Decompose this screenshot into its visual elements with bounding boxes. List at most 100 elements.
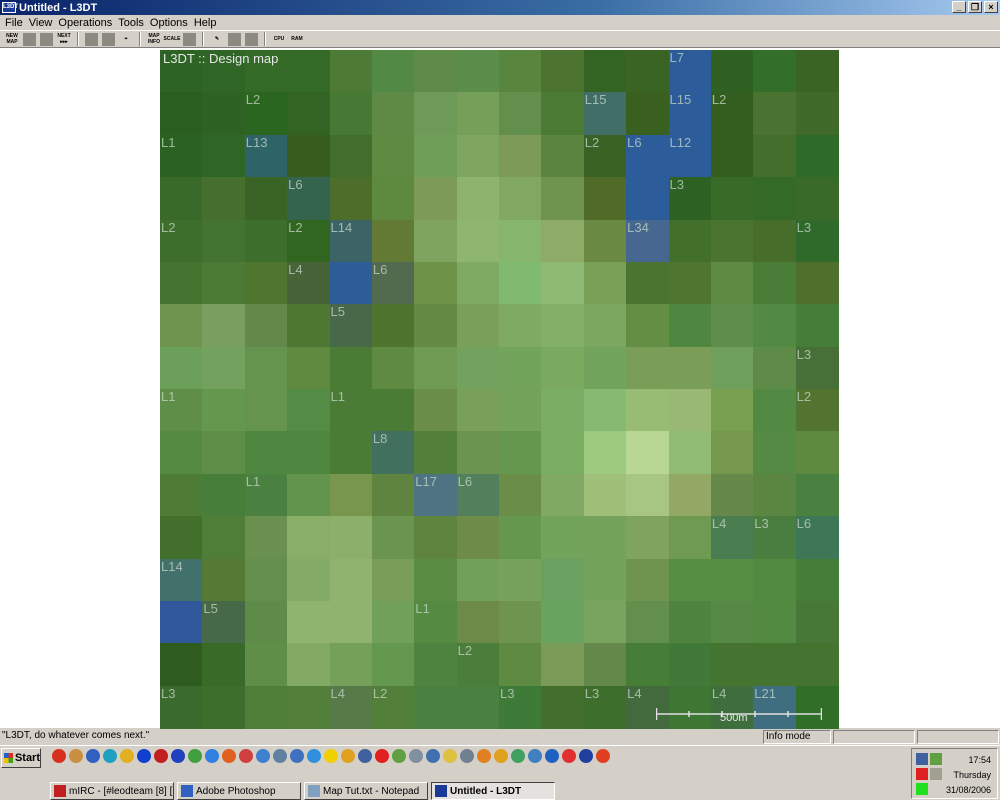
map-cell-r7-c9[interactable] <box>541 346 585 390</box>
map-cell-r15-c1[interactable] <box>202 685 246 729</box>
map-cell-r4-c4[interactable]: L14 <box>329 219 373 263</box>
map-cell-r14-c3[interactable] <box>287 643 331 687</box>
map-cell-r13-c13[interactable] <box>710 600 754 644</box>
disabled-grid-icon[interactable] <box>245 32 258 46</box>
quick-launch-app-icon[interactable] <box>256 749 270 763</box>
map-cell-r1-c6[interactable] <box>414 92 458 136</box>
map-cell-r4-c15[interactable]: L3 <box>795 219 839 263</box>
map-cell-r10-c2[interactable]: L1 <box>244 473 288 517</box>
map-cell-r3-c10[interactable] <box>583 177 627 221</box>
taskbar-button[interactable]: Adobe Photoshop <box>177 782 301 800</box>
map-cell-r5-c7[interactable] <box>456 261 500 305</box>
map-cell-r6-c6[interactable] <box>414 304 458 348</box>
map-cell-r8-c12[interactable] <box>668 389 712 432</box>
quick-launch-app-icon[interactable] <box>205 749 219 763</box>
map-cell-r5-c15[interactable] <box>795 261 839 305</box>
map-cell-r9-c2[interactable] <box>244 431 288 475</box>
quick-launch-app-icon[interactable] <box>52 749 66 763</box>
map-cell-r5-c5[interactable]: L6 <box>371 261 415 305</box>
quick-launch-app-icon[interactable] <box>562 749 576 763</box>
map-cell-r2-c10[interactable]: L2 <box>583 134 627 178</box>
quick-launch-app-icon[interactable] <box>69 749 83 763</box>
map-cell-r5-c12[interactable] <box>668 261 712 305</box>
map-cell-r10-c1[interactable] <box>202 473 246 517</box>
map-cell-r11-c7[interactable] <box>456 516 500 560</box>
map-cell-r12-c0[interactable]: L14 <box>160 558 203 602</box>
map-cell-r11-c15[interactable]: L6 <box>795 516 839 560</box>
map-cell-r2-c15[interactable] <box>795 134 839 178</box>
map-cell-r14-c8[interactable] <box>499 643 542 687</box>
map-cell-r4-c6[interactable] <box>414 219 458 263</box>
disabled-tool-icon[interactable] <box>228 32 241 46</box>
map-cell-r8-c2[interactable] <box>244 389 288 432</box>
map-cell-r13-c6[interactable]: L1 <box>414 600 458 644</box>
map-cell-r14-c14[interactable] <box>753 643 797 687</box>
map-cell-r12-c10[interactable] <box>583 558 627 602</box>
quick-launch-app-icon[interactable] <box>511 749 525 763</box>
map-cell-r13-c11[interactable] <box>626 600 670 644</box>
map-cell-r14-c12[interactable] <box>668 643 712 687</box>
map-cell-r4-c9[interactable] <box>541 219 585 263</box>
map-cell-r12-c5[interactable] <box>371 558 415 602</box>
map-cell-r5-c1[interactable] <box>202 261 246 305</box>
map-cell-r4-c3[interactable]: L2 <box>287 219 331 263</box>
quick-launch-app-icon[interactable] <box>596 749 610 763</box>
map-cell-r7-c0[interactable] <box>160 346 203 390</box>
map-cell-r14-c10[interactable] <box>583 643 627 687</box>
map-cell-r2-c12[interactable]: L12 <box>668 134 712 178</box>
map-cell-r12-c2[interactable] <box>244 558 288 602</box>
map-cell-r12-c1[interactable] <box>202 558 246 602</box>
map-cell-r15-c2[interactable] <box>244 685 288 729</box>
map-cell-r0-c9[interactable] <box>541 50 585 93</box>
map-cell-r15-c9[interactable] <box>541 685 585 729</box>
map-cell-r5-c8[interactable] <box>499 261 542 305</box>
map-cell-r0-c15[interactable] <box>795 50 839 93</box>
zoom-region-icon[interactable] <box>102 32 115 46</box>
map-cell-r14-c11[interactable] <box>626 643 670 687</box>
map-cell-r5-c3[interactable]: L4 <box>287 261 331 305</box>
scale-icon[interactable]: SCALE <box>164 31 181 47</box>
quick-launch-app-icon[interactable] <box>188 749 202 763</box>
map-cell-r12-c3[interactable] <box>287 558 331 602</box>
design-map[interactable]: L3DT :: Design map 500m L7 L2 L15 L15 L2 L1 L1… <box>160 50 839 729</box>
map-cell-r5-c10[interactable] <box>583 261 627 305</box>
map-cell-r7-c8[interactable] <box>499 346 542 390</box>
quick-launch-app-icon[interactable] <box>579 749 593 763</box>
map-cell-r7-c10[interactable] <box>583 346 627 390</box>
map-cell-r7-c7[interactable] <box>456 346 500 390</box>
map-cell-r14-c15[interactable] <box>795 643 839 687</box>
map-cell-r14-c13[interactable] <box>710 643 754 687</box>
map-cell-r3-c0[interactable] <box>160 177 203 221</box>
map-cell-r11-c9[interactable] <box>541 516 585 560</box>
map-cell-r1-c7[interactable] <box>456 92 500 136</box>
map-cell-r6-c1[interactable] <box>202 304 246 348</box>
map-cell-r1-c11[interactable] <box>626 92 670 136</box>
map-cell-r11-c14[interactable]: L3 <box>753 516 797 560</box>
map-cell-r0-c3[interactable] <box>287 50 331 93</box>
map-cell-r11-c8[interactable] <box>499 516 542 560</box>
map-cell-r1-c2[interactable]: L2 <box>244 92 288 136</box>
map-cell-r13-c15[interactable] <box>795 600 839 644</box>
map-cell-r14-c1[interactable] <box>202 643 246 687</box>
map-cell-r13-c0[interactable] <box>160 600 203 644</box>
map-info-icon[interactable]: MAP INFO <box>146 31 162 47</box>
menu-operations[interactable]: Operations <box>58 17 112 29</box>
quick-launch-app-icon[interactable] <box>154 749 168 763</box>
map-cell-r9-c0[interactable] <box>160 431 203 475</box>
map-cell-r3-c15[interactable] <box>795 177 839 221</box>
edit-pencil-icon[interactable]: ✎ <box>209 31 225 47</box>
map-cell-r2-c1[interactable] <box>202 134 246 178</box>
map-cell-r15-c3[interactable] <box>287 685 331 729</box>
minimize-button[interactable]: _ <box>952 1 966 13</box>
crosshair-icon[interactable]: ⌖ <box>118 31 134 47</box>
map-cell-r8-c10[interactable] <box>583 389 627 432</box>
map-cell-r4-c2[interactable] <box>244 219 288 263</box>
map-cell-r10-c15[interactable] <box>795 473 839 517</box>
quick-launch-app-icon[interactable] <box>341 749 355 763</box>
map-cell-r7-c12[interactable] <box>668 346 712 390</box>
zonealarm-icon[interactable] <box>916 768 928 780</box>
new-map-icon[interactable]: NEW MAP <box>4 31 20 47</box>
map-cell-r15-c4[interactable]: L4 <box>329 685 373 729</box>
map-cell-r7-c14[interactable] <box>753 346 797 390</box>
quick-launch-app-icon[interactable] <box>545 749 559 763</box>
